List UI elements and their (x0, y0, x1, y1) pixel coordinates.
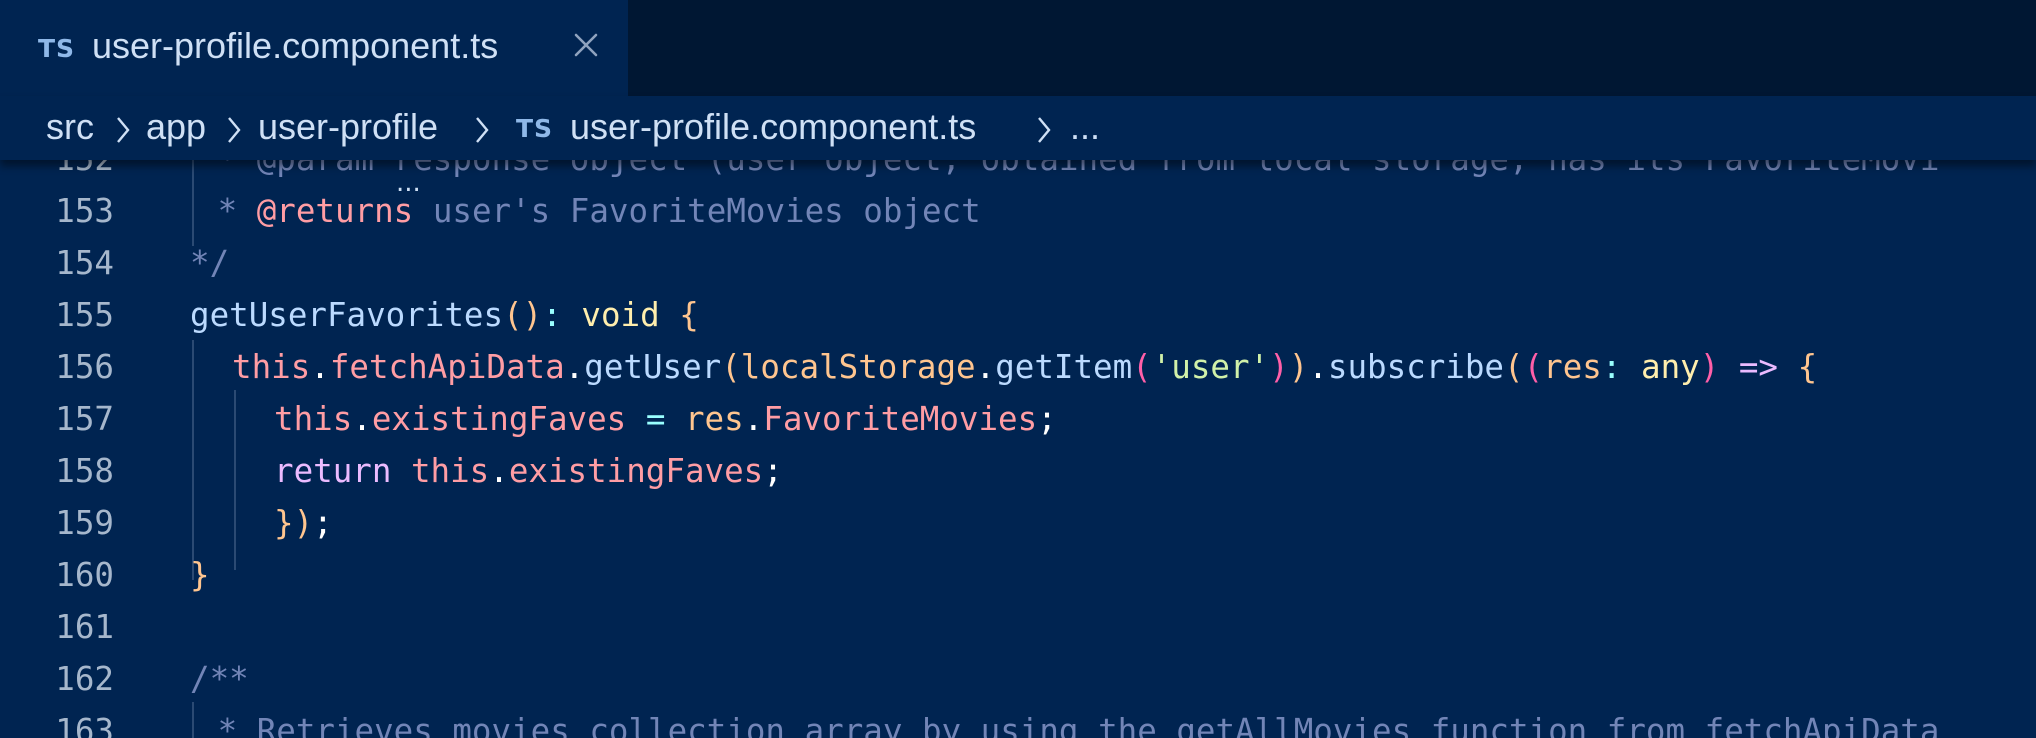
code-line: 162 /** (0, 654, 2036, 706)
code-line: 153 * @returns user's FavoriteMovies obj… (0, 186, 2036, 238)
code-text: */ (190, 244, 230, 282)
code-editor[interactable]: 152 * @param response object (user objec… (0, 160, 2036, 738)
breadcrumb-item-user-profile[interactable]: user-profile (258, 106, 438, 148)
line-number: 152 (0, 160, 114, 178)
code-line: 158 return this.existingFaves; (0, 446, 2036, 498)
line-number: 163 (55, 712, 114, 738)
chevron-right-icon (476, 117, 489, 143)
code-text: }); (274, 504, 333, 542)
tab-title: user-profile.component.ts (92, 25, 499, 66)
code-line: 163 * Retrieves movies collection array … (0, 706, 2036, 738)
line-number: 157 (55, 400, 114, 438)
code-text: this.existingFaves = res.FavoriteMovies; (274, 400, 1057, 438)
code-text: * @param response object (user object, o… (198, 160, 1940, 178)
code-text: * @returns user's FavoriteMovies object (198, 192, 981, 230)
code-text: getUserFavorites(): void { (190, 296, 699, 334)
chevron-right-icon (1038, 117, 1051, 143)
code-line: 161 (0, 602, 2036, 654)
code-text: * Retrieves movies collection array by u… (198, 712, 1940, 738)
code-line: 157 this.existingFaves = res.FavoriteMov… (0, 394, 2036, 446)
line-number: 156 (55, 348, 114, 386)
line-number: 154 (55, 244, 114, 282)
close-icon[interactable] (568, 27, 604, 63)
breadcrumb-more[interactable]: ... (1070, 106, 1100, 148)
code-line: 156 this.fetchApiData.getUser(localStora… (0, 342, 2036, 394)
code-line: 160 } (0, 550, 2036, 602)
line-number: 162 (55, 660, 114, 698)
breadcrumb: src app user-profile TS user-profile.com… (0, 96, 2036, 160)
code-text: } (190, 556, 210, 594)
line-number: 160 (55, 556, 114, 594)
code-text: /** (190, 660, 249, 698)
code-line: 155 getUserFavorites(): void { (0, 290, 2036, 342)
line-number: 159 (55, 504, 114, 542)
hover-ellipsis[interactable]: ... (396, 168, 421, 198)
tab-bar: TS user-profile.component.ts (0, 0, 2036, 96)
code-line: 159 }); (0, 498, 2036, 550)
code-line: 154 */ (0, 238, 2036, 290)
code-text: this.fetchApiData.getUser(localStorage.g… (232, 348, 1818, 386)
line-number: 155 (55, 296, 114, 334)
typescript-file-icon: TS (38, 34, 76, 63)
typescript-file-icon: TS (516, 114, 554, 143)
code-line: 152 * @param response object (user objec… (0, 160, 2036, 186)
breadcrumb-item-app[interactable]: app (146, 106, 206, 148)
line-number: 153 (55, 192, 114, 230)
breadcrumb-item-src[interactable]: src (46, 106, 94, 148)
line-number: 158 (55, 452, 114, 490)
code-text: return this.existingFaves; (274, 452, 783, 490)
chevron-right-icon (117, 117, 130, 143)
line-number: 161 (55, 608, 114, 646)
tab-user-profile-component[interactable]: TS user-profile.component.ts (0, 0, 628, 96)
breadcrumb-item-file[interactable]: user-profile.component.ts (570, 106, 976, 148)
chevron-right-icon (228, 117, 241, 143)
